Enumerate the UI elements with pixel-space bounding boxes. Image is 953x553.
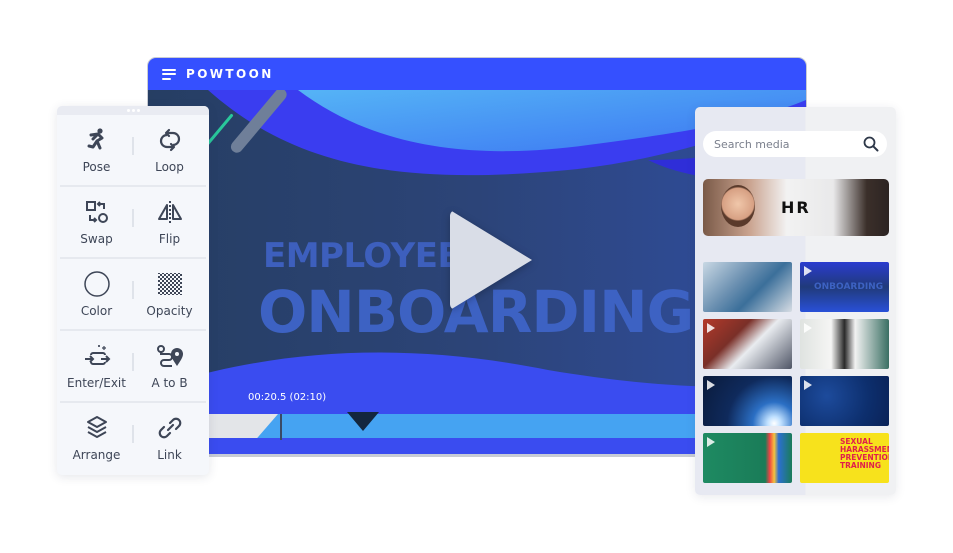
- play-icon: [804, 266, 812, 276]
- play-icon: [804, 323, 812, 333]
- tool-a-to-b[interactable]: A to B: [133, 331, 206, 401]
- play-icon: [707, 323, 715, 333]
- separator: [132, 281, 134, 299]
- tool-label: Link: [157, 448, 182, 462]
- featured-hr-card[interactable]: HR: [703, 179, 889, 236]
- media-thumb-harassment-training[interactable]: SEXUAL HARASSMENT PREVENTION TRAINING: [800, 433, 889, 483]
- video-title-line1: EMPLOYEE: [263, 236, 461, 276]
- drag-handle[interactable]: [57, 106, 209, 115]
- media-thumb-smiling-woman[interactable]: [800, 319, 889, 369]
- media-thumb-pencils-books[interactable]: [703, 433, 792, 483]
- loop-icon: [159, 128, 180, 152]
- media-panel: HR ONBOARDING SEXUAL HARASSMENT PREVENTI…: [695, 107, 896, 495]
- arrange-icon: [86, 416, 107, 438]
- pose-icon: [87, 128, 103, 150]
- media-thumb-team-meeting[interactable]: [703, 262, 792, 312]
- tool-row: Enter/Exit A to B: [60, 331, 206, 403]
- play-icon: [707, 437, 715, 447]
- tool-enter-exit[interactable]: Enter/Exit: [60, 331, 133, 401]
- menu-icon[interactable]: [162, 68, 176, 80]
- tool-pose[interactable]: Pose: [60, 115, 133, 185]
- media-thumb-earth-space[interactable]: [703, 376, 792, 426]
- tool-row: Pose Loop: [60, 115, 206, 187]
- a-to-b-icon: [156, 345, 183, 367]
- tool-label: Color: [80, 304, 113, 318]
- timeline-playhead[interactable]: [280, 414, 282, 440]
- tool-label: Pose: [82, 160, 111, 174]
- tool-loop[interactable]: Loop: [133, 115, 206, 185]
- search-input[interactable]: [712, 136, 856, 152]
- separator: [132, 353, 134, 371]
- tool-label: A to B: [151, 376, 188, 390]
- separator: [132, 137, 134, 155]
- thumb-text: SEXUAL HARASSMENT PREVENTION TRAINING: [840, 437, 889, 470]
- tool-row: Arrange Link: [60, 403, 206, 473]
- tool-color[interactable]: Color: [60, 259, 133, 329]
- separator: [132, 425, 134, 443]
- brand-logo: POWTOON: [186, 67, 274, 81]
- tool-row: Swap Flip: [60, 187, 206, 259]
- tool-link[interactable]: Link: [133, 403, 206, 473]
- tool-swap[interactable]: Swap: [60, 187, 133, 257]
- tool-row: Color Opacity: [60, 259, 206, 331]
- featured-image: [721, 185, 755, 227]
- featured-label: HR: [781, 198, 811, 217]
- media-thumb-desk-laptops[interactable]: [703, 319, 792, 369]
- enter-exit-icon: [84, 345, 110, 365]
- media-thumb-starry-sky[interactable]: [800, 376, 889, 426]
- play-icon: [707, 380, 715, 390]
- tool-label: Opacity: [146, 304, 193, 318]
- play-icon[interactable]: [450, 210, 532, 310]
- tool-label: Flip: [158, 232, 181, 246]
- timeline-marker-icon[interactable]: [347, 412, 379, 431]
- play-icon: [804, 380, 812, 390]
- thumb-text: ONBOARDING: [814, 282, 884, 292]
- tools-panel: Pose Loop Swap Flip Color Opacity Enter/…: [57, 106, 209, 475]
- swap-icon: [85, 201, 108, 223]
- separator: [132, 209, 134, 227]
- media-grid: ONBOARDING SEXUAL HARASSMENT PREVENTION …: [703, 262, 889, 483]
- app-header: POWTOON: [148, 58, 806, 90]
- opacity-icon: [157, 273, 182, 295]
- tool-opacity[interactable]: Opacity: [133, 259, 206, 329]
- link-icon: [158, 417, 181, 439]
- flip-icon: [157, 201, 182, 223]
- tool-flip[interactable]: Flip: [133, 187, 206, 257]
- tool-label: Enter/Exit: [67, 376, 126, 390]
- search-icon[interactable]: [863, 136, 879, 152]
- media-thumb-employee-onboarding[interactable]: ONBOARDING: [800, 262, 889, 312]
- tool-arrange[interactable]: Arrange: [60, 403, 133, 473]
- timecode: 00:20.5 (02:10): [248, 392, 327, 403]
- color-icon: [83, 271, 110, 297]
- tool-label: Loop: [155, 160, 184, 174]
- search-box: [703, 131, 887, 157]
- tool-label: Arrange: [72, 448, 121, 462]
- tool-label: Swap: [80, 232, 113, 246]
